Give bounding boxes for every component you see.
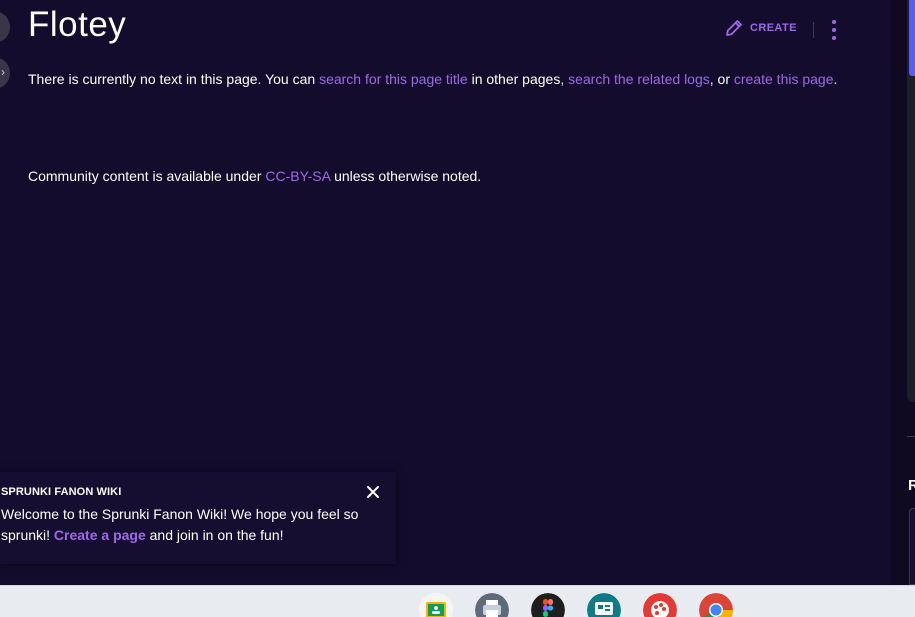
slides-icon[interactable] xyxy=(587,593,621,617)
no-text-message: There is currently no text in this page.… xyxy=(28,67,858,92)
side-tab-button-2[interactable]: › xyxy=(0,57,10,89)
right-rail: R xyxy=(891,0,915,585)
no-text-mid-2: , or xyxy=(709,71,734,87)
pencil-icon xyxy=(726,20,742,36)
figma-icon[interactable] xyxy=(531,593,565,617)
chrome-icon[interactable] xyxy=(699,593,733,617)
google-classroom-icon[interactable] xyxy=(419,593,453,617)
create-button[interactable]: CREATE xyxy=(724,18,797,38)
search-page-title-link[interactable]: search for this page title xyxy=(319,71,468,87)
divider xyxy=(813,22,814,38)
rail-module-2 xyxy=(909,508,915,585)
side-tab-button[interactable] xyxy=(0,11,10,43)
chevron-right-icon: › xyxy=(1,65,5,79)
search-related-logs-link[interactable]: search the related logs xyxy=(568,71,710,87)
create-label: CREATE xyxy=(750,22,797,34)
license-notice: Community content is available under CC-… xyxy=(28,164,481,189)
banner-title: SPRUNKI FANON WIKI xyxy=(1,486,122,498)
rail-divider xyxy=(907,436,915,437)
create-this-page-link[interactable]: create this page xyxy=(734,71,834,87)
license-pre: Community content is available under xyxy=(28,168,266,184)
cc-by-sa-link[interactable]: CC-BY-SA xyxy=(265,168,330,184)
license-post: unless otherwise noted. xyxy=(330,168,482,184)
paint-palette-icon[interactable] xyxy=(643,593,677,617)
no-text-mid-1: in other pages, xyxy=(467,71,569,87)
taskbar xyxy=(0,585,915,617)
banner-text-post: and join in on the fun! xyxy=(145,527,284,543)
rail-accent-bar xyxy=(909,0,915,76)
create-a-page-link[interactable]: Create a page xyxy=(54,527,146,543)
close-icon[interactable] xyxy=(365,484,381,500)
more-vertical-icon[interactable] xyxy=(826,18,842,42)
rail-heading: R xyxy=(908,477,915,494)
no-text-intro: There is currently no text in this page.… xyxy=(28,71,320,87)
page-title: Flotey xyxy=(28,5,127,44)
printer-icon[interactable] xyxy=(475,593,509,617)
no-text-end: . xyxy=(833,71,838,87)
banner-text: Welcome to the Sprunki Fanon Wiki! We ho… xyxy=(1,504,361,546)
welcome-banner: SPRUNKI FANON WIKI Welcome to the Sprunk… xyxy=(0,472,396,564)
